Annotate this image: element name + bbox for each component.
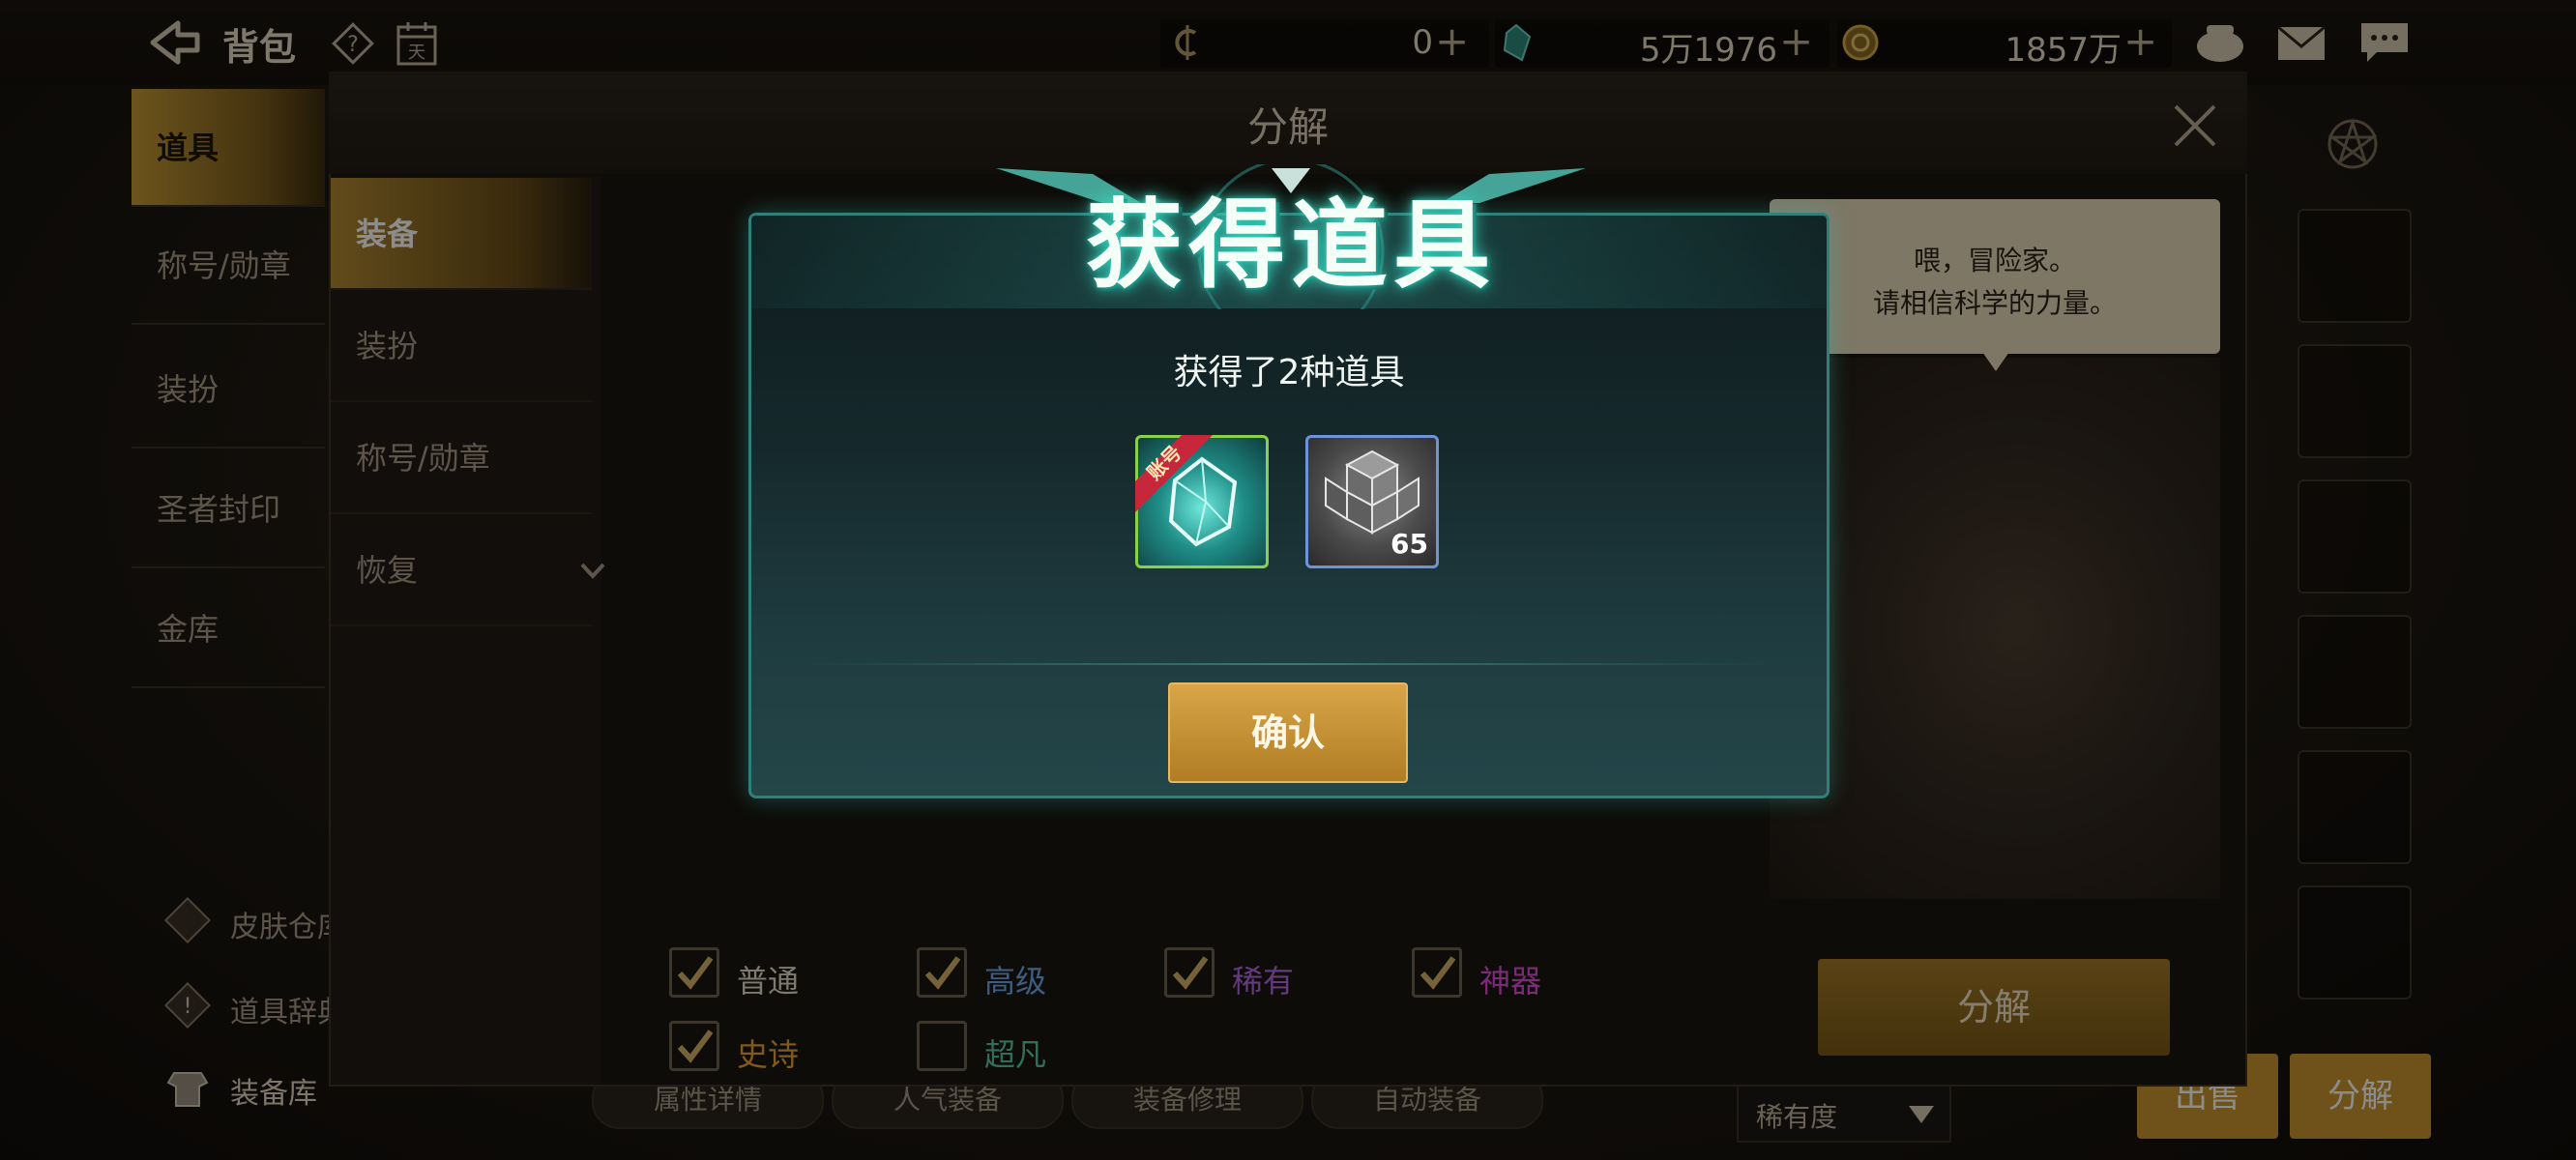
reward-item-cube[interactable]: 65 (1305, 435, 1439, 568)
reward-item-crystal[interactable]: 账号 (1135, 435, 1269, 568)
item-count: 65 (1390, 528, 1428, 560)
confirm-button[interactable]: 确认 (1168, 682, 1408, 783)
reward-banner-title: 获得道具 (1086, 188, 1496, 302)
dialog-divider (803, 663, 1773, 665)
reward-subtitle: 获得了2种道具 (1173, 353, 1405, 392)
